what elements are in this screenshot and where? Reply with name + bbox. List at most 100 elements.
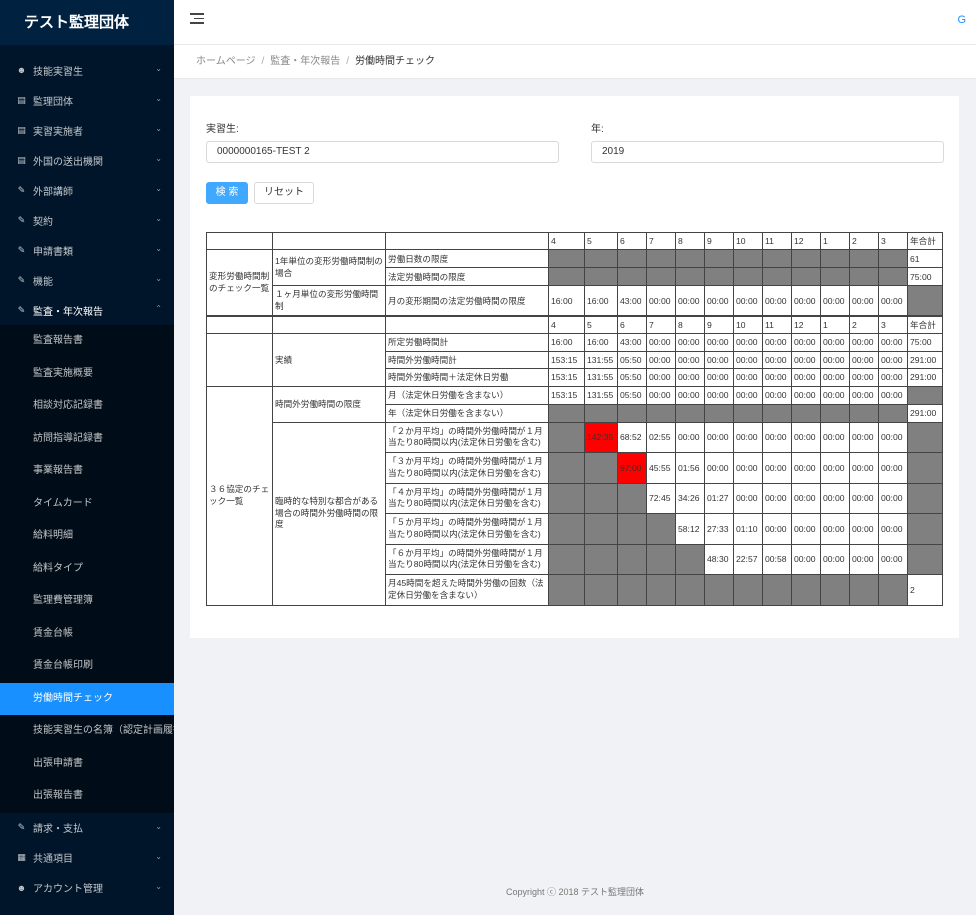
trainee-field[interactable]: 0000000165-TEST 2 <box>206 141 559 163</box>
total-cell: 291:00 <box>907 350 943 369</box>
disabled-cell <box>584 543 618 575</box>
row-label: 時間外労働時間計 <box>385 350 549 369</box>
sidebar-subitem[interactable]: 給料タイプ <box>0 553 174 586</box>
value-cell: 00:00 <box>849 452 879 484</box>
sidebar-item-label: 監理団体 <box>33 96 73 108</box>
month-header: 9 <box>704 232 734 250</box>
sidebar-item-account[interactable]: ☻ アカウント管理 ⌄ <box>0 873 174 903</box>
value-cell: 05:50 <box>617 350 647 369</box>
value-cell: 00:00 <box>675 421 705 453</box>
sidebar-subitem[interactable]: 給料明細 <box>0 520 174 553</box>
building-icon: ▤ <box>17 94 26 105</box>
total-header: 年合計 <box>907 232 943 250</box>
sidebar-item-application-docs[interactable]: ✎ 申請書類 ⌄ <box>0 235 174 265</box>
disabled-cell <box>704 403 734 423</box>
row-label: 法定労働時間の限度 <box>385 267 549 286</box>
group-label: 実績 <box>272 333 386 387</box>
month-header: 7 <box>646 316 676 334</box>
top-header: G <box>174 0 976 45</box>
value-cell: 00:00 <box>704 421 734 453</box>
sidebar-item-sending-org[interactable]: ▤ 外国の送出機関 ⌄ <box>0 145 174 175</box>
user-avatar[interactable]: G <box>957 14 966 26</box>
sidebar-subitem[interactable]: 監理費管理簿 <box>0 585 174 618</box>
sidebar-subitem[interactable]: 相談対応記録書 <box>0 390 174 423</box>
disabled-cell <box>617 403 647 423</box>
sidebar-item-trainee[interactable]: ☻ 技能実習生 ⌄ <box>0 55 174 85</box>
reset-button[interactable]: リセット <box>254 182 314 204</box>
sidebar-item-audit-annual[interactable]: ✎ 監査・年次報告 ⌃ <box>0 295 174 325</box>
value-cell: 00:00 <box>733 368 763 387</box>
breadcrumb-parent[interactable]: 監査・年次報告 <box>270 56 340 67</box>
sidebar-subitem[interactable]: 訪問指導記録書 <box>0 423 174 456</box>
footer: Copyright ⓒ 2018 テスト監理団体 <box>505 887 645 897</box>
sidebar-item-label: 外部講師 <box>33 186 73 198</box>
value-cell: 00:00 <box>675 368 705 387</box>
sidebar-item-billing[interactable]: ✎ 請求・支払 ⌄ <box>0 813 174 843</box>
sidebar-subitem[interactable]: 監査実施概要 <box>0 358 174 391</box>
chevron-down-icon: ⌄ <box>155 94 162 103</box>
sidebar-item-implementer[interactable]: ▤ 実習実施者 ⌄ <box>0 115 174 145</box>
value-cell: 00:00 <box>733 285 763 316</box>
sidebar-subitem[interactable]: 出張申請書 <box>0 748 174 781</box>
value-cell: 00:00 <box>849 333 879 352</box>
disabled-cell <box>849 249 879 268</box>
disabled-cell <box>907 285 943 316</box>
sidebar-subitem[interactable]: 賃金台帳印刷 <box>0 650 174 683</box>
table-row: 臨時的な特別な都合がある場合の時間外労働時間の限度 「２か月平均」の時間外労働時間… <box>207 421 943 606</box>
value-cell: 05:50 <box>617 385 647 405</box>
disabled-cell <box>584 574 618 606</box>
sidebar-subitem[interactable]: タイムカード <box>0 488 174 521</box>
value-cell: 00:00 <box>791 513 821 545</box>
sidebar-subitem[interactable]: 賃金台帳 <box>0 618 174 651</box>
sidebar-subitem[interactable]: 事業報告書 <box>0 455 174 488</box>
month-header: 8 <box>675 232 705 250</box>
value-cell: 05:50 <box>617 368 647 387</box>
value-cell: 00:00 <box>820 385 850 405</box>
chevron-down-icon: ⌄ <box>155 154 162 163</box>
disabled-cell <box>791 267 821 286</box>
chevron-down-icon: ⌄ <box>155 851 162 861</box>
breadcrumb-home[interactable]: ホームページ <box>196 56 256 67</box>
sidebar-subitem[interactable]: 出張報告書 <box>0 780 174 813</box>
sidebar-item-functions[interactable]: ✎ 機能 ⌄ <box>0 265 174 295</box>
empty-header-cell <box>206 232 273 250</box>
sidebar-subitem[interactable]: 監査報告書 <box>0 325 174 358</box>
sidebar-subitem[interactable]: 技能実習生の名簿（認定計画履行 <box>0 715 174 748</box>
sidebar-item-external-lecturer[interactable]: ✎ 外部講師 ⌄ <box>0 175 174 205</box>
edit-icon: ✎ <box>17 822 26 832</box>
empty-cell <box>206 333 273 387</box>
value-cell: 00:00 <box>820 350 850 369</box>
section-label: 変形労働時間制のチェック一覧 <box>206 249 273 316</box>
chevron-down-icon: ⌄ <box>155 214 162 223</box>
year-field[interactable]: 2019 <box>591 141 944 163</box>
disabled-cell <box>704 249 734 268</box>
breadcrumb-separator: / <box>261 56 265 67</box>
value-cell: 00:00 <box>704 452 734 484</box>
sidebar: テスト監理団体 ☻ 技能実習生 ⌄ ▤ 監理団体 ⌄ ▤ 実習実施者 ⌄ ▤ 外国の送出機関 ⌄… <box>0 0 174 915</box>
month-header: 1 <box>820 316 850 334</box>
value-cell: 00:00 <box>646 285 676 316</box>
sidebar-item-contract[interactable]: ✎ 契約 ⌄ <box>0 205 174 235</box>
disabled-cell <box>617 574 647 606</box>
value-cell: 68:52 <box>617 421 647 453</box>
menu-fold-icon[interactable] <box>190 13 204 27</box>
sidebar-item-label: 申請書類 <box>33 246 73 258</box>
disabled-cell <box>675 574 705 606</box>
row-label: 「６か月平均」の時間外労働時間が１月当たり80時間以内(法定休日労働を含む) <box>385 543 549 575</box>
value-cell: 43:00 <box>617 333 647 352</box>
month-header: 3 <box>878 316 908 334</box>
edit-icon: ✎ <box>17 274 26 285</box>
empty-header-cell <box>385 316 549 334</box>
search-button[interactable]: 検 索 <box>206 182 248 204</box>
disabled-cell <box>675 249 705 268</box>
disabled-cell <box>584 249 618 268</box>
app-logo: テスト監理団体 <box>0 0 174 45</box>
row-label: 月45時間を超えた時間外労働の回数（法定休日労働を含まない） <box>385 574 549 606</box>
sidebar-item-common[interactable]: ▦ 共通項目 ⌄ <box>0 843 174 873</box>
value-cell: 00:00 <box>878 368 908 387</box>
disabled-cell <box>584 452 618 484</box>
total-header: 年合計 <box>907 316 943 334</box>
disabled-cell <box>548 543 585 575</box>
sidebar-subitem-active[interactable]: 労働時間チェック <box>0 682 174 715</box>
sidebar-item-supervising-org[interactable]: ▤ 監理団体 ⌄ <box>0 85 174 115</box>
